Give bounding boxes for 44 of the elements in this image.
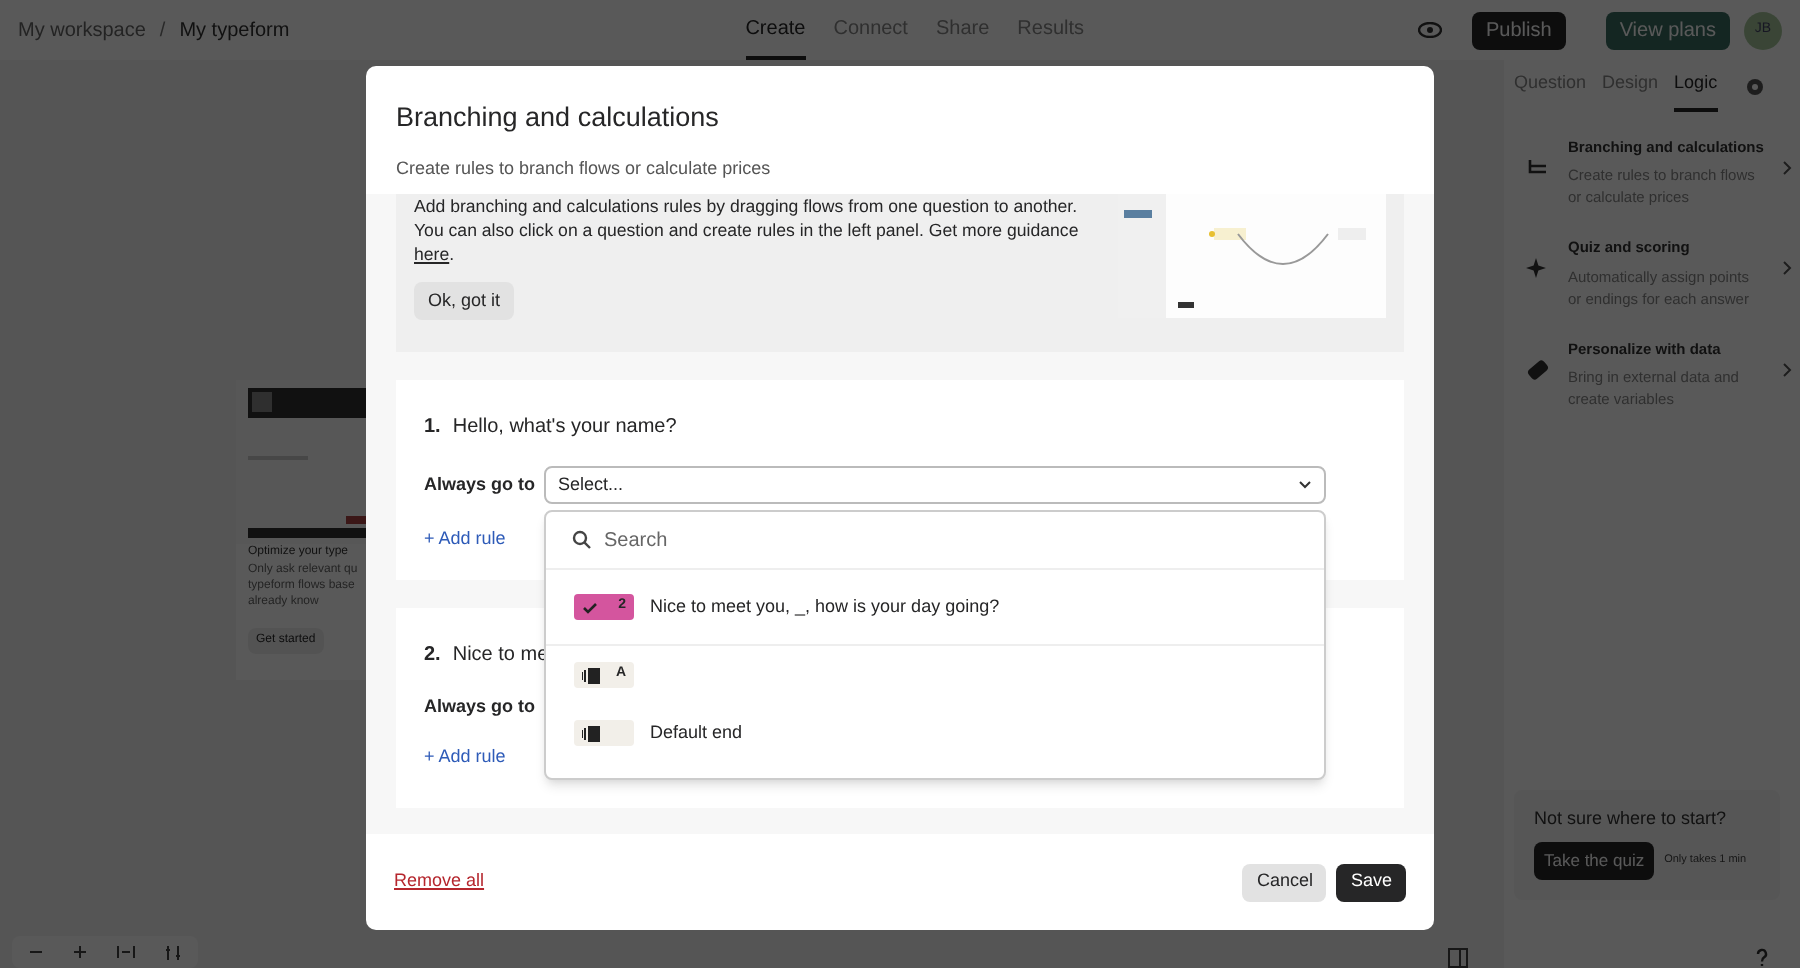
save-button[interactable]: Save bbox=[1336, 863, 1406, 901]
search-field[interactable]: Search bbox=[604, 525, 1298, 555]
guidance-link[interactable]: here bbox=[414, 244, 450, 264]
question-number: 1. bbox=[424, 414, 441, 442]
check-icon bbox=[582, 601, 598, 613]
breadcrumb-separator: / bbox=[159, 17, 166, 45]
view-plans-button[interactable]: View plans bbox=[1605, 11, 1730, 49]
rule-label: Always go to bbox=[424, 694, 538, 720]
search-icon bbox=[572, 530, 592, 550]
nav-tab[interactable]: Create bbox=[745, 0, 806, 60]
select-value: Select... bbox=[558, 471, 624, 498]
question-title: Hello, what's your name? bbox=[452, 414, 677, 442]
modal-title: Branching and calculations bbox=[396, 100, 721, 136]
remove-all-link[interactable]: Remove all bbox=[394, 868, 485, 896]
ending-icon bbox=[582, 667, 600, 683]
panel-icon bbox=[1448, 948, 1468, 968]
breadcrumb-link[interactable]: My typeform bbox=[179, 15, 290, 45]
rule-label: Always go to bbox=[424, 471, 538, 498]
dropdown-option[interactable]: Default end bbox=[546, 704, 1324, 762]
sliders-icon bbox=[164, 943, 182, 961]
ending-icon bbox=[582, 725, 600, 741]
chevron-icon bbox=[1782, 260, 1792, 277]
eye-icon bbox=[1418, 22, 1442, 38]
settings-icon bbox=[1745, 77, 1764, 95]
destination-select[interactable]: Select... bbox=[544, 466, 1326, 504]
take-quiz-button[interactable]: Take the quiz bbox=[1534, 841, 1655, 879]
chevron-icon bbox=[1782, 160, 1792, 176]
modal-subtitle: Create rules to branch flows or calculate prices bbox=[396, 156, 773, 183]
chevron-icon bbox=[1782, 361, 1792, 377]
caret-icon bbox=[1298, 480, 1312, 490]
option-text: Nice to meet you, _, how is your day going? bbox=[650, 593, 1000, 620]
question-number: 2. bbox=[424, 642, 441, 670]
add-rule-link[interactable]: + Add rule bbox=[424, 743, 506, 770]
ok-button[interactable]: Ok, got it bbox=[414, 282, 515, 320]
add-rule-link[interactable]: + Add rule bbox=[424, 526, 506, 553]
publish-button[interactable]: Publish bbox=[1472, 11, 1566, 49]
zoom-in-icon bbox=[72, 944, 88, 960]
option-text: Default end bbox=[650, 719, 743, 746]
cancel-button[interactable]: Cancel bbox=[1242, 863, 1327, 901]
fit-icon bbox=[116, 944, 136, 960]
help-icon bbox=[1754, 948, 1770, 968]
panel-tab[interactable]: Logic bbox=[1674, 60, 1718, 112]
quiz-prompt: Not sure where to start? bbox=[1534, 806, 1729, 832]
info-text: Add branching and calculations rules by dragging flows from one question to another. You can also click on a question and create rules in the left panel. Get more guidance here. bbox=[414, 194, 1081, 266]
